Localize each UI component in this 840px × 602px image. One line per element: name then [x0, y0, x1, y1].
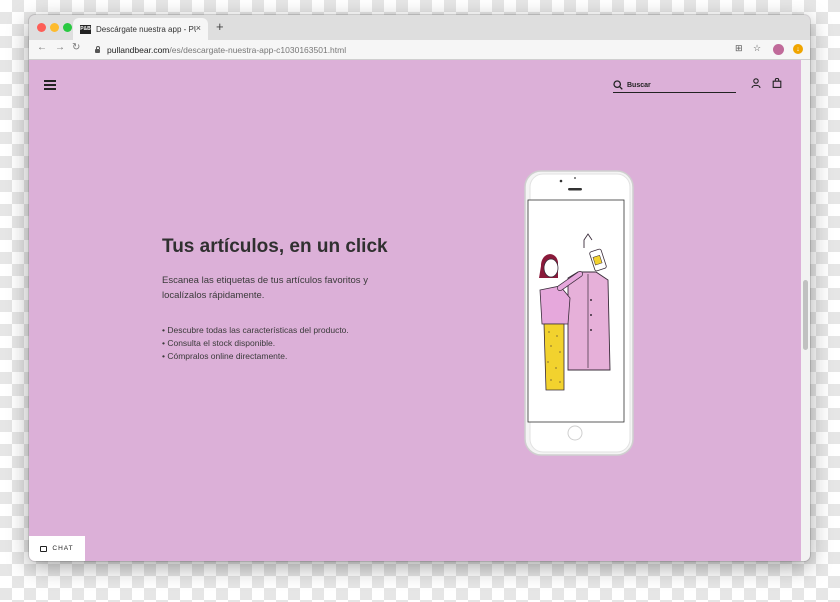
page-content: Tus artículos, en un click Escanea las e…	[29, 60, 801, 561]
shopping-bag-icon[interactable]	[772, 78, 782, 88]
reload-icon[interactable]: ↻	[72, 42, 80, 53]
search-input[interactable]	[627, 81, 727, 89]
chat-icon	[40, 545, 48, 552]
search-icon	[613, 80, 623, 90]
lock-icon	[95, 45, 100, 53]
back-icon[interactable]: ←	[37, 42, 47, 53]
tab-title: Descárgate nuestra app - PULL	[96, 24, 196, 34]
page-subtitle: Escanea las etiquetas de tus artículos f…	[162, 275, 368, 301]
chat-label: CHAT	[52, 545, 74, 552]
tab-bar: P&B Descárgate nuestra app - PULL × +	[29, 15, 810, 40]
url-path: /es/descargate-nuestra-app-c1030163501.h…	[169, 44, 347, 55]
search-field[interactable]	[613, 78, 736, 93]
scrollbar[interactable]	[801, 60, 810, 561]
forward-icon[interactable]: →	[55, 42, 65, 53]
feature-item: Consulta el stock disponible.	[162, 337, 349, 350]
chat-button[interactable]: CHAT	[29, 536, 85, 561]
browser-window: P&B Descárgate nuestra app - PULL × + ← …	[29, 15, 810, 561]
profile-avatar[interactable]	[773, 44, 784, 55]
feature-item: Cómpralos online directamente.	[162, 350, 349, 363]
minimize-window-button[interactable]	[50, 23, 59, 32]
browser-tab[interactable]: P&B Descárgate nuestra app - PULL ×	[73, 18, 208, 40]
page-title: Tus artículos, en un click	[162, 236, 388, 257]
user-icon[interactable]	[751, 78, 761, 88]
address-bar-row: ← → ↻ pullandbear.com/es/descargate-nues…	[29, 40, 810, 60]
extension-icon[interactable]: ↓	[793, 44, 803, 54]
phone-illustration	[524, 170, 634, 456]
translate-icon[interactable]: ⊞	[735, 43, 743, 54]
maximize-window-button[interactable]	[63, 23, 72, 32]
url-host: pullandbear.com	[107, 44, 170, 55]
feature-list: Descubre todas las características del p…	[162, 324, 349, 363]
close-window-button[interactable]	[37, 23, 46, 32]
hamburger-menu-icon[interactable]	[44, 80, 56, 92]
tab-close-icon[interactable]: ×	[196, 23, 201, 33]
favicon-icon: P&B	[80, 24, 91, 34]
scrollbar-thumb[interactable]	[803, 280, 808, 350]
bookmark-star-icon[interactable]: ☆	[753, 43, 761, 54]
feature-item: Descubre todas las características del p…	[162, 324, 348, 337]
new-tab-button[interactable]: +	[216, 19, 224, 34]
address-bar[interactable]: pullandbear.com/es/descargate-nuestra-ap…	[88, 42, 738, 57]
